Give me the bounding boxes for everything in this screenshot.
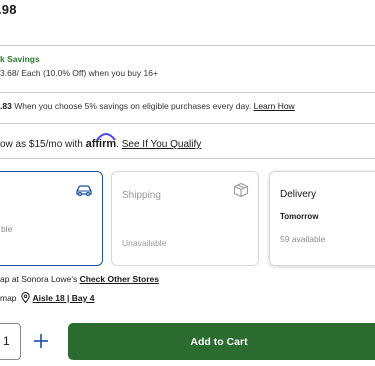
- location-pin-icon: [20, 292, 30, 303]
- card-savings-amount: .83: [0, 101, 12, 111]
- divider: [0, 45, 375, 46]
- affirm-arc-icon: [95, 133, 116, 141]
- check-other-stores-link[interactable]: Check Other Stores: [80, 274, 159, 284]
- store-line: ap at Sonora Lowe's Check Other Stores: [0, 274, 159, 284]
- card-savings-text: When you choose 5% savings on eligible p…: [11, 101, 254, 111]
- store-text: ap at Sonora Lowe's: [0, 274, 80, 284]
- product-price: .98: [0, 2, 17, 17]
- add-to-cart-button[interactable]: Add to Cart: [68, 323, 375, 360]
- shipping-status: Unavailable: [122, 238, 167, 248]
- divider: [0, 92, 375, 93]
- financing-line: ow as $15/mo with affirm. See If You Qua…: [0, 133, 202, 150]
- delivery-title: Delivery: [280, 189, 317, 200]
- quantity-value: 1: [3, 334, 10, 348]
- delivery-status: 59 available: [280, 234, 326, 244]
- delivery-when: Tomorrow: [280, 212, 319, 221]
- pickup-option-card[interactable]: ble: [0, 171, 103, 266]
- map-label: map: [0, 292, 17, 303]
- bulk-savings-detail: 3.68/ Each (10.0% Off) when you buy 16+: [0, 68, 158, 78]
- learn-how-link[interactable]: Learn How: [254, 101, 295, 111]
- card-savings-line: .83 When you choose 5% savings on eligib…: [0, 101, 295, 111]
- divider: [0, 123, 375, 124]
- bulk-savings-title: k Savings: [0, 54, 40, 64]
- increase-quantity-button[interactable]: [30, 330, 52, 352]
- divider: [0, 158, 375, 159]
- aisle-bay-link[interactable]: Aisle 18 | Bay 4: [33, 293, 95, 303]
- shipping-option-card[interactable]: Shipping Unavailable: [111, 171, 259, 266]
- financing-prefix: ow as $15/mo with: [0, 139, 86, 150]
- box-icon: [233, 182, 249, 198]
- pickup-status: ble: [1, 224, 13, 234]
- affirm-logo: affirm: [86, 133, 116, 150]
- car-icon: [76, 185, 92, 196]
- shipping-title: Shipping: [122, 190, 161, 201]
- aisle-line: map Aisle 18 | Bay 4: [0, 292, 94, 303]
- delivery-option-card[interactable]: Delivery Tomorrow 59 available: [269, 171, 375, 266]
- see-if-you-qualify-link[interactable]: See If You Qualify: [122, 139, 202, 150]
